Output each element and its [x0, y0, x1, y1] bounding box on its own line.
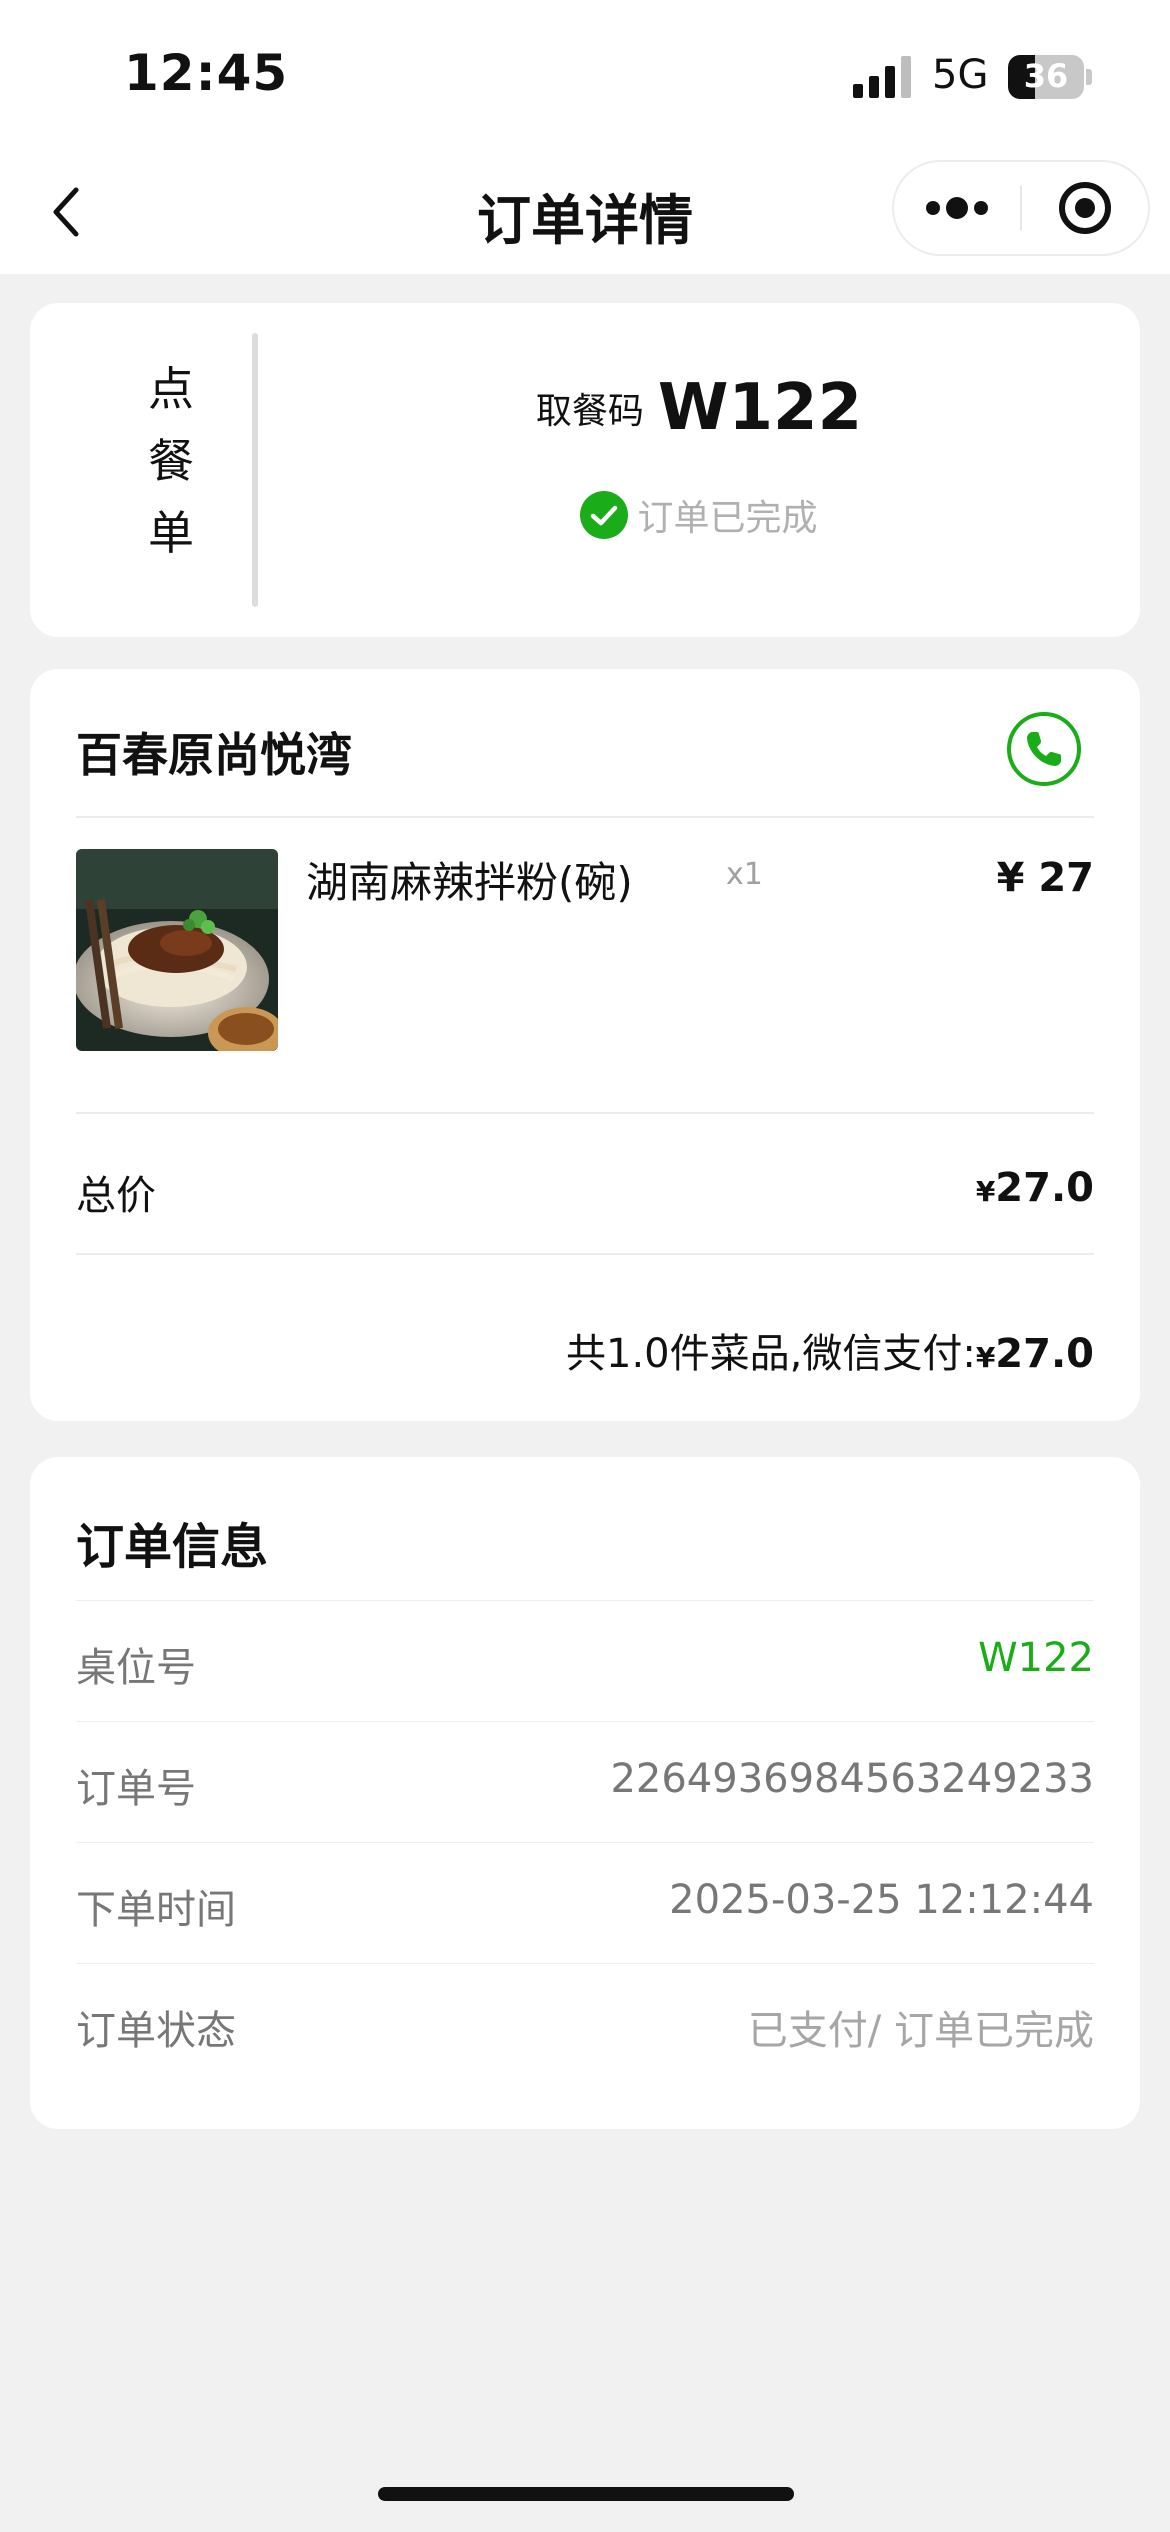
network-type: 5G [932, 52, 989, 98]
order-number-label: 订单号 [76, 1766, 196, 1812]
divider [76, 1842, 1094, 1843]
total-label: 总价 [76, 1173, 156, 1219]
order-info-card: 订单信息 桌位号 W122 订单号 2264936984563249233 下单… [30, 1457, 1140, 2129]
divider [76, 1963, 1094, 1964]
order-time-label: 下单时间 [76, 1887, 236, 1933]
table-number-label: 桌位号 [76, 1645, 196, 1691]
nav-bar: 订单详情 [0, 150, 1170, 274]
order-type-tag: 点 餐 单 [116, 353, 226, 569]
order-info-title: 订单信息 [76, 1519, 269, 1575]
status-time: 12:45 [124, 44, 289, 102]
order-status-value: 已支付/ 订单已完成 [747, 2008, 1094, 2054]
battery-level: 36 [1023, 57, 1069, 95]
check-circle-icon [580, 491, 629, 539]
order-items-card: 百春原尚悦湾 湖南麻辣拌粉(碗) x1 ¥ 27 总价 ¥27.0 共1.0件菜… [30, 669, 1140, 1421]
target-circle-icon[interactable] [1022, 162, 1148, 254]
table-number-value: W122 [978, 1635, 1094, 1681]
order-number-value: 2264936984563249233 [610, 1756, 1094, 1802]
payment-summary-text: 共1.0件菜品,微信支付: [566, 1331, 976, 1377]
home-indicator[interactable] [378, 2487, 794, 2501]
dish-quantity: x1 [726, 857, 763, 892]
order-status-label: 订单状态 [76, 2008, 236, 2054]
divider [76, 1253, 1094, 1255]
mini-program-capsule [892, 160, 1150, 256]
total-value: 27.0 [995, 1165, 1094, 1211]
battery-tip [1086, 69, 1092, 85]
pickup-code-row: 取餐码 W122 [258, 371, 1140, 445]
pickup-code: W122 [657, 371, 863, 445]
status-bar: 12:45 5G 36 [0, 0, 1170, 150]
order-status-text: 订单已完成 [637, 498, 818, 539]
divider [76, 1112, 1094, 1114]
battery-icon: 36 [1008, 55, 1084, 99]
divider [76, 816, 1094, 818]
payment-summary: 共1.0件菜品,微信支付:¥27.0 [566, 1321, 1094, 1379]
dish-price: ¥ 27 [996, 855, 1094, 901]
dish-image [76, 849, 278, 1051]
currency-symbol: ¥ [975, 1341, 996, 1374]
currency-symbol: ¥ [975, 1175, 996, 1208]
order-type-char: 餐 [148, 434, 194, 488]
pickup-card: 点 餐 单 取餐码 W122 订单已完成 [30, 303, 1140, 637]
dish-name: 湖南麻辣拌粉(碗) [306, 858, 633, 907]
divider [76, 1600, 1094, 1601]
order-time-value: 2025-03-25 12:12:44 [669, 1877, 1094, 1923]
more-dots-icon[interactable] [894, 162, 1020, 254]
signal-icon [853, 56, 911, 98]
payment-amount: 27.0 [995, 1331, 1094, 1377]
phone-icon[interactable] [1006, 711, 1082, 787]
order-type-char: 单 [148, 506, 194, 560]
store-name: 百春原尚悦湾 [76, 728, 352, 782]
order-type-char: 点 [148, 362, 194, 416]
order-status-row: 订单已完成 [258, 489, 1140, 541]
total-price: ¥27.0 [976, 1165, 1094, 1211]
divider [76, 1721, 1094, 1722]
pickup-code-label: 取餐码 [535, 391, 644, 432]
